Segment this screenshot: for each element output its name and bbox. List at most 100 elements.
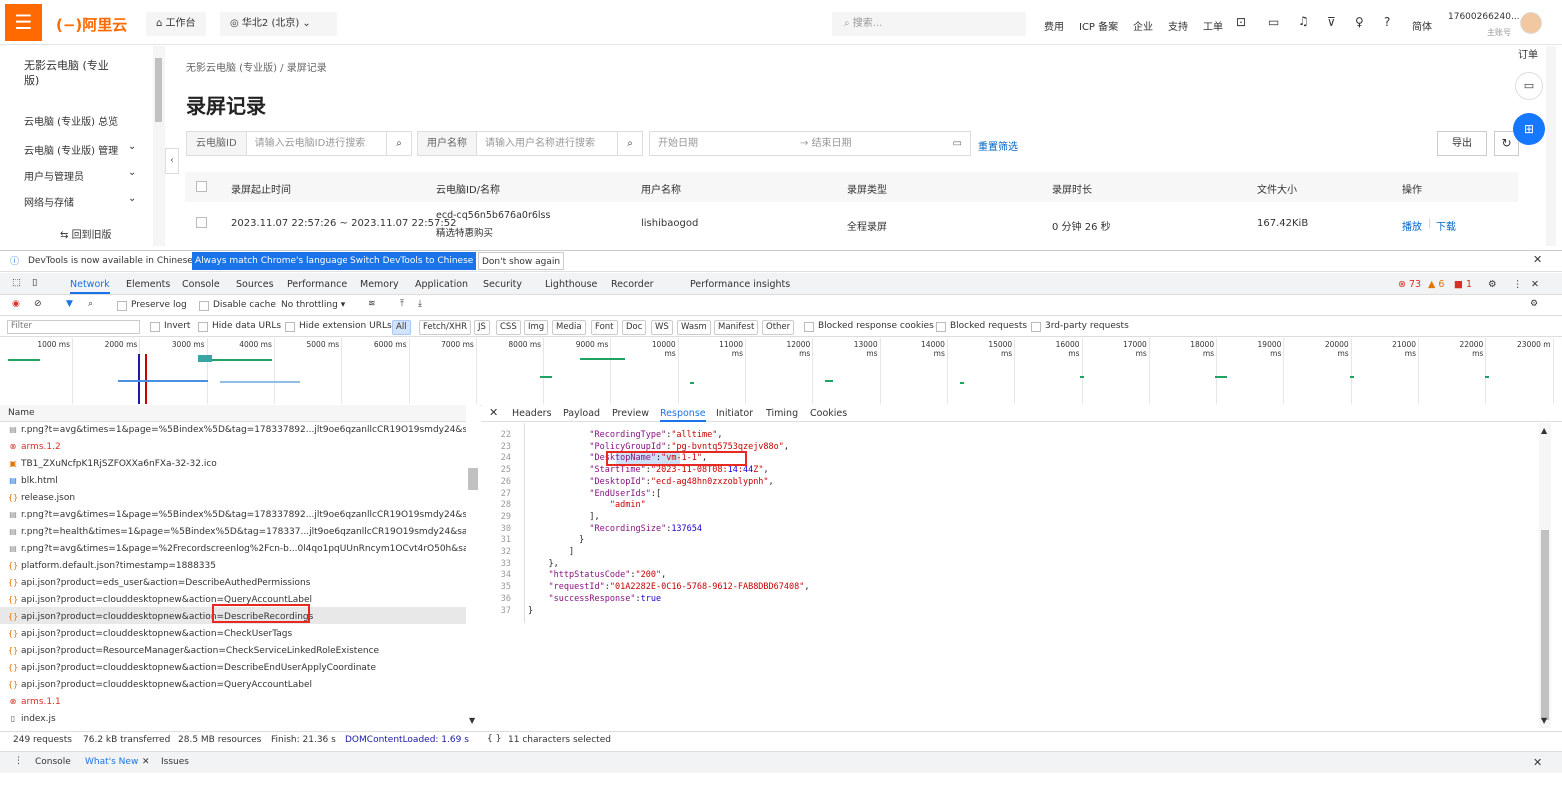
sidebar-product-title[interactable]: 无影云电脑 (专业版) xyxy=(24,58,124,88)
drawer-tab-whats-new[interactable]: What's New xyxy=(85,757,138,767)
export-har-icon[interactable]: ⤓ xyxy=(418,299,422,309)
request-list-scrollbar[interactable] xyxy=(466,405,480,727)
nav-enterprise[interactable]: 企业 xyxy=(1133,18,1153,33)
feedback-icon[interactable]: ▭ xyxy=(1515,72,1543,100)
tab-performance-insights[interactable]: Performance insights xyxy=(690,279,790,290)
nav-fees[interactable]: 费用 xyxy=(1044,18,1064,33)
request-row[interactable]: {} release.json xyxy=(8,489,468,506)
request-row[interactable]: ▯ index.js xyxy=(8,710,468,727)
sidebar-item-users[interactable]: 用户与管理员 xyxy=(24,168,84,183)
date-range-picker[interactable]: 开始日期 → 结束日期 ▭ xyxy=(649,131,971,156)
nav-support[interactable]: 支持 xyxy=(1168,18,1188,33)
scroll-up-icon[interactable]: ▲ xyxy=(1541,426,1547,435)
start-date-input[interactable]: 开始日期 xyxy=(650,132,698,155)
cart-icon[interactable]: ⊽ xyxy=(1327,15,1336,29)
request-row[interactable]: ▤ r.png?t=avg&times=1&page=%2Frecordscree… xyxy=(8,540,468,557)
scroll-down-icon[interactable]: ▼ xyxy=(469,716,475,725)
chevron-down-icon[interactable]: ⌄ xyxy=(128,141,136,152)
match-language-button[interactable]: Always match Chrome's language xyxy=(192,252,351,270)
type-img[interactable]: Img xyxy=(524,320,549,335)
type-wasm[interactable]: Wasm xyxy=(677,320,711,335)
throttling-select[interactable]: No throttling ▾ xyxy=(281,300,345,310)
sidebar-item-management[interactable]: 云电脑 (专业版) 管理 xyxy=(24,142,118,157)
type-media[interactable]: Media xyxy=(552,320,586,335)
tab-memory[interactable]: Memory xyxy=(360,279,399,290)
sidebar-scroll-thumb[interactable] xyxy=(155,58,162,122)
aliyun-logo[interactable]: (−)阿里云 xyxy=(56,14,127,35)
workbench-button[interactable]: ⌂ 工作台 xyxy=(146,12,206,36)
collapse-sidebar-button[interactable]: ‹ xyxy=(165,148,179,174)
error-count[interactable]: ⊗ 73 xyxy=(1398,279,1421,290)
pretty-print-icon[interactable]: { } xyxy=(487,734,501,744)
search-icon[interactable]: ⌕ xyxy=(617,132,642,155)
request-row[interactable]: {} platform.default.json?timestamp=188833… xyxy=(8,557,468,574)
tab-application[interactable]: Application xyxy=(415,279,468,290)
search-icon[interactable]: ⌕ xyxy=(88,299,93,309)
drawer-tab-issues[interactable]: Issues xyxy=(161,757,189,767)
gear-icon[interactable]: ⚙ xyxy=(1488,279,1497,290)
type-js[interactable]: JS xyxy=(474,320,490,335)
pc-id-filter[interactable]: 云电脑ID 请输入云电脑ID进行搜索 ⌕ xyxy=(186,131,412,156)
request-row[interactable]: {} api.json?product=clouddesktopnew&actio… xyxy=(8,659,468,676)
request-row[interactable]: {} api.json?product=ResourceManager&actio… xyxy=(8,642,468,659)
nav-ticket[interactable]: 工单 xyxy=(1203,18,1223,33)
request-row[interactable]: ⊗ arms.1.1 xyxy=(8,693,468,710)
name-column-header[interactable]: Name xyxy=(8,408,35,418)
clear-icon[interactable]: ⊘ xyxy=(34,299,42,309)
type-fetch[interactable]: Fetch/XHR xyxy=(419,320,472,335)
close-icon[interactable]: ✕ xyxy=(1533,253,1542,266)
response-scroll-thumb[interactable] xyxy=(1541,530,1549,720)
dont-show-button[interactable]: Don't show again xyxy=(478,252,565,270)
back-to-old-version[interactable]: ⇆ 回到旧版 xyxy=(60,226,112,241)
record-icon[interactable]: ◉ xyxy=(12,299,20,309)
device-toolbar-icon[interactable]: ▯ xyxy=(32,277,37,288)
bell-icon[interactable]: ♫ xyxy=(1298,14,1309,28)
language-switch[interactable]: 简体 xyxy=(1412,18,1432,33)
tab-elements[interactable]: Elements xyxy=(126,279,170,290)
request-row[interactable]: ▤ blk.html xyxy=(8,472,468,489)
sidebar-item-overview[interactable]: 云电脑 (专业版) 总览 xyxy=(24,113,118,128)
tab-recorder[interactable]: Recorder xyxy=(611,279,654,290)
blocked-requests-checkbox[interactable] xyxy=(936,322,946,332)
type-doc[interactable]: Doc xyxy=(622,320,647,335)
user-filter-input[interactable]: 请输入用户名称进行搜索 xyxy=(477,132,595,155)
warning-count[interactable]: ▲ 6 xyxy=(1428,279,1444,290)
request-row[interactable]: {} api.json?product=eds_user&action=Descr… xyxy=(8,574,468,591)
message-icon[interactable]: ▭ xyxy=(1268,15,1279,29)
sidebar-item-network[interactable]: 网络与存储 xyxy=(24,194,74,209)
drawer-menu-icon[interactable]: ⋮ xyxy=(14,756,23,766)
search-input[interactable]: ⌕ 搜索... xyxy=(832,12,1026,36)
tab-headers[interactable]: Headers xyxy=(512,408,552,419)
end-date-input[interactable]: → 结束日期 xyxy=(800,132,852,155)
wifi-icon[interactable]: ≋ xyxy=(368,299,376,309)
nav-icp[interactable]: ICP 备案 xyxy=(1079,18,1118,33)
play-link[interactable]: 播放 xyxy=(1402,218,1422,233)
type-manifest[interactable]: Manifest xyxy=(714,320,759,335)
close-drawer-icon[interactable]: ✕ xyxy=(1533,756,1542,769)
drawer-tab-console[interactable]: Console xyxy=(35,757,71,767)
import-icon[interactable]: ⤒ xyxy=(400,299,404,309)
tab-initiator[interactable]: Initiator xyxy=(716,408,753,419)
page-scrollbar[interactable] xyxy=(1546,46,1556,246)
avatar[interactable] xyxy=(1520,12,1542,34)
tab-payload[interactable]: Payload xyxy=(563,408,600,419)
order-link[interactable]: 订单 xyxy=(1518,46,1538,61)
tab-security[interactable]: Security xyxy=(483,279,522,290)
download-link[interactable]: 下载 xyxy=(1436,218,1456,233)
more-icon[interactable]: ⋮ xyxy=(1513,279,1523,290)
type-all[interactable]: All xyxy=(392,320,411,335)
tab-lighthouse[interactable]: Lighthouse xyxy=(545,279,597,290)
user-filter[interactable]: 用户名称 请输入用户名称进行搜索 ⌕ xyxy=(417,131,643,156)
help-icon[interactable]: ? xyxy=(1384,15,1390,29)
row-checkbox[interactable] xyxy=(196,217,207,228)
request-row[interactable]: ▤ r.png?t=avg&times=1&page=%5Bindex%5D&ta… xyxy=(8,506,468,523)
request-row[interactable]: ▤ r.png?t=avg&times=1&page=%5Bindex%5D&ta… xyxy=(8,421,468,438)
issue-count[interactable]: ■ 1 xyxy=(1454,279,1472,290)
hide-ext-checkbox[interactable] xyxy=(285,322,295,332)
tab-console[interactable]: Console xyxy=(182,279,220,290)
apps-icon[interactable]: ⊞ xyxy=(1513,113,1545,145)
calendar-icon[interactable]: ▭ xyxy=(953,132,962,155)
tab-network[interactable]: Network xyxy=(70,279,110,294)
network-settings-icon[interactable]: ⚙ xyxy=(1530,299,1538,309)
pc-id-filter-input[interactable]: 请输入云电脑ID进行搜索 xyxy=(247,132,366,155)
